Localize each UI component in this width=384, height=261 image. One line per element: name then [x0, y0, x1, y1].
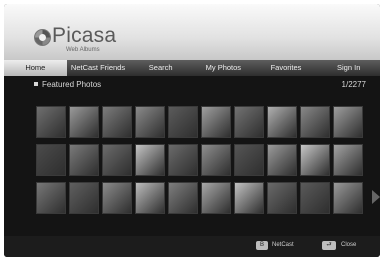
- netcast-key-icon[interactable]: B: [256, 241, 268, 250]
- tab-favorites[interactable]: Favorites: [255, 60, 318, 76]
- close-label: Close: [341, 242, 357, 248]
- photo-thumbnail[interactable]: [69, 144, 99, 176]
- photo-thumbnail[interactable]: [168, 182, 198, 214]
- photo-thumbnail[interactable]: [267, 144, 297, 176]
- photo-thumbnail[interactable]: [333, 182, 363, 214]
- app-header: Picasa Web Albums: [4, 4, 380, 60]
- photo-thumbnail[interactable]: [300, 144, 330, 176]
- section-title: Featured Photos: [42, 80, 102, 89]
- picasa-window: Picasa Web Albums Home NetCast Friends S…: [4, 4, 380, 257]
- photo-thumbnail[interactable]: [36, 144, 66, 176]
- photo-thumbnail[interactable]: [333, 144, 363, 176]
- tab-bar: Home NetCast Friends Search My Photos Fa…: [4, 60, 380, 76]
- photo-thumbnail[interactable]: [135, 144, 165, 176]
- scroll-right-arrow-icon[interactable]: [372, 190, 380, 204]
- photo-thumbnail[interactable]: [201, 106, 231, 138]
- netcast-label: NetCast: [272, 242, 294, 248]
- photo-thumbnail[interactable]: [267, 106, 297, 138]
- tab-my-photos[interactable]: My Photos: [192, 60, 255, 76]
- photo-thumbnail[interactable]: [234, 182, 264, 214]
- photo-thumbnail[interactable]: [36, 182, 66, 214]
- photo-thumbnail[interactable]: [267, 182, 297, 214]
- photo-thumbnail[interactable]: [102, 144, 132, 176]
- app-title: Picasa: [52, 24, 117, 47]
- app-subtitle: Web Albums: [66, 47, 100, 53]
- photo-thumbnail[interactable]: [168, 106, 198, 138]
- tab-netcast-friends[interactable]: NetCast Friends: [67, 60, 130, 76]
- photo-thumbnail[interactable]: [69, 106, 99, 138]
- photo-thumbnail[interactable]: [201, 182, 231, 214]
- photo-thumbnail[interactable]: [102, 106, 132, 138]
- page-count: 1/2277: [341, 80, 366, 89]
- photo-thumbnail[interactable]: [333, 106, 363, 138]
- photo-thumbnail[interactable]: [234, 106, 264, 138]
- photo-thumbnail[interactable]: [135, 182, 165, 214]
- section-bullet-icon: [34, 82, 38, 86]
- photo-thumbnail[interactable]: [168, 144, 198, 176]
- photo-thumbnail[interactable]: [300, 106, 330, 138]
- photo-thumbnail[interactable]: [201, 144, 231, 176]
- photo-thumbnail[interactable]: [69, 182, 99, 214]
- photo-thumbnail[interactable]: [102, 182, 132, 214]
- photo-grid: [36, 106, 374, 218]
- photo-thumbnail[interactable]: [234, 144, 264, 176]
- footer-bar: B NetCast ⮐ Close: [4, 236, 380, 257]
- photo-thumbnail[interactable]: [135, 106, 165, 138]
- tab-sign-in[interactable]: Sign In: [317, 60, 380, 76]
- picasa-logo-icon: [34, 29, 51, 46]
- photo-thumbnail[interactable]: [300, 182, 330, 214]
- photo-thumbnail[interactable]: [36, 106, 66, 138]
- tab-home[interactable]: Home: [4, 60, 67, 76]
- tab-search[interactable]: Search: [129, 60, 192, 76]
- close-key-icon[interactable]: ⮐: [322, 241, 336, 250]
